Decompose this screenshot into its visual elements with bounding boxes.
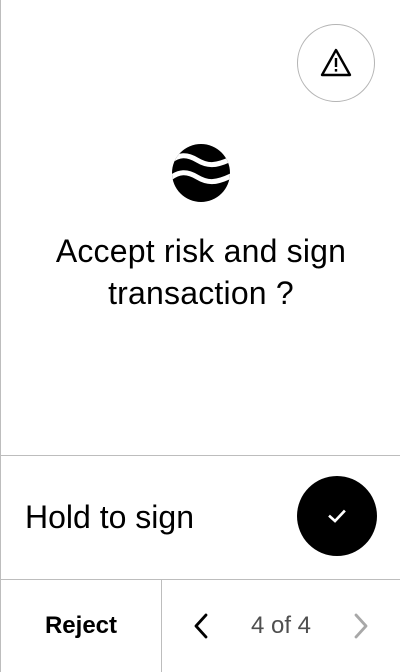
divider	[1, 455, 400, 456]
chevron-left-icon	[191, 612, 211, 640]
chevron-right-icon	[351, 612, 371, 640]
hold-to-sign-label: Hold to sign	[25, 499, 194, 535]
warning-button[interactable]	[297, 24, 375, 102]
page-indicator: 4 of 4	[250, 612, 312, 639]
hold-to-sign-button[interactable]	[297, 476, 377, 556]
app-logo	[171, 143, 231, 203]
checkmark-icon	[325, 504, 349, 528]
next-page-button[interactable]	[346, 606, 376, 646]
waves-logo-icon	[171, 143, 231, 203]
reject-button[interactable]: Reject	[1, 580, 161, 672]
previous-page-button[interactable]	[186, 606, 216, 646]
review-screen: Accept risk and sign transaction ? Hold …	[0, 0, 400, 672]
page-title: Accept risk and sign transaction ?	[55, 233, 347, 311]
pager: 4 of 4	[162, 580, 400, 672]
warning-triangle-icon	[319, 46, 353, 80]
